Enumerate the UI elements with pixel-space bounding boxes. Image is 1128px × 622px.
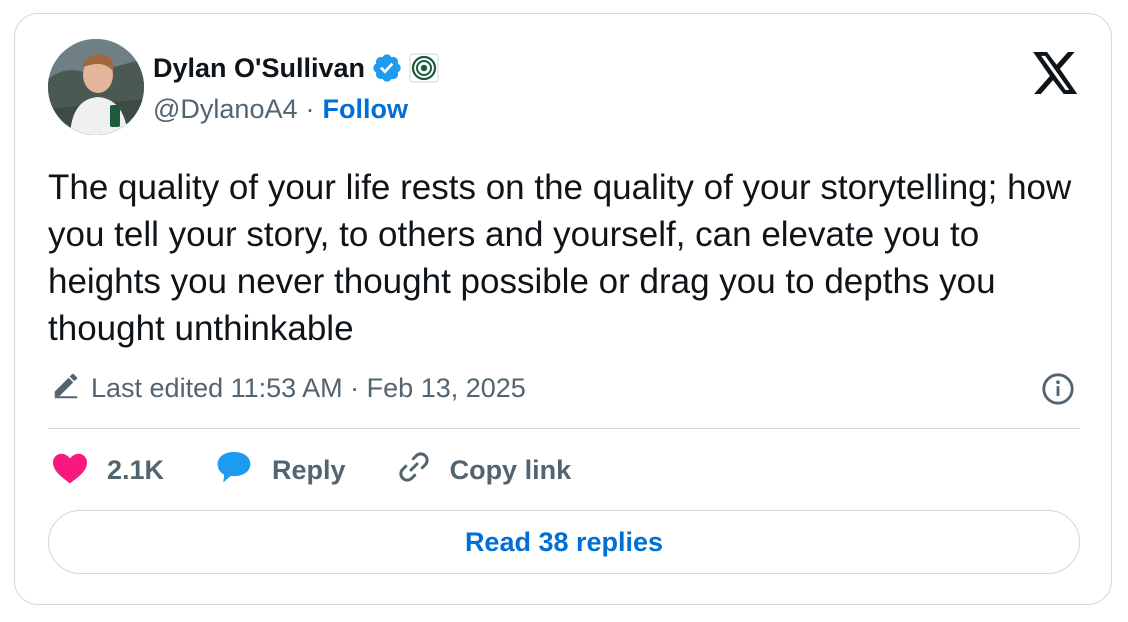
affiliate-badge-icon[interactable] [409, 53, 439, 83]
handle-row: @DylanoA4 · Follow [153, 94, 408, 125]
edited-timestamp[interactable]: Last edited 11:53 AM · Feb 13, 2025 [51, 370, 526, 407]
divider [48, 428, 1080, 429]
action-bar: 2.1K Reply Copy link [51, 450, 621, 490]
author-line: Dylan O'Sullivan [153, 52, 439, 84]
like-button[interactable]: 2.1K [51, 450, 164, 491]
link-icon [396, 449, 432, 492]
x-logo-icon[interactable] [1033, 52, 1079, 94]
heart-icon [51, 450, 89, 491]
edited-label: Last edited 11:53 AM · Feb 13, 2025 [91, 373, 526, 403]
follow-button[interactable]: Follow [322, 94, 407, 125]
pencil-icon [51, 370, 81, 407]
reply-button[interactable]: Reply [214, 449, 346, 492]
tweet-text: The quality of your life rests on the qu… [48, 168, 1072, 348]
read-replies-button[interactable]: Read 38 replies [48, 510, 1080, 574]
copy-link-button[interactable]: Copy link [396, 449, 572, 492]
tweet-card: Dylan O'Sullivan @DylanoA4 · Follow The … [14, 13, 1112, 605]
info-icon[interactable] [1041, 372, 1075, 406]
like-count: 2.1K [107, 454, 165, 485]
avatar[interactable] [48, 39, 144, 135]
separator-dot: · [305, 94, 315, 124]
speech-bubble-icon [214, 449, 254, 492]
reply-label: Reply [272, 454, 346, 485]
author-name[interactable]: Dylan O'Sullivan [153, 53, 365, 84]
copy-link-label: Copy link [449, 454, 572, 485]
verified-badge-icon [371, 52, 403, 84]
author-handle[interactable]: @DylanoA4 [153, 94, 297, 125]
